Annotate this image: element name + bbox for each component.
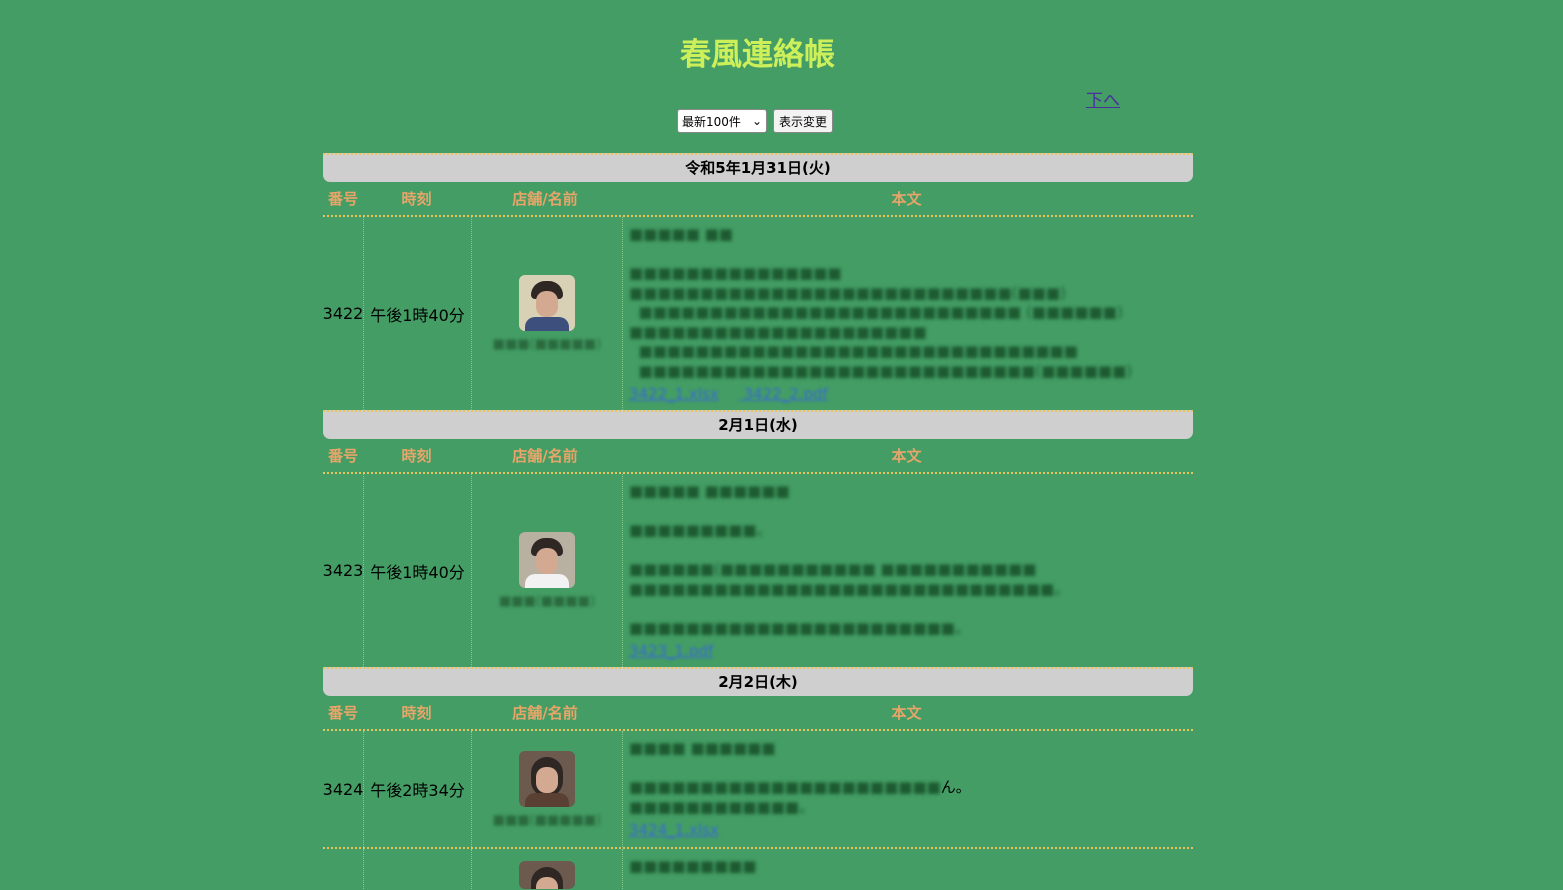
body-line: ■■■■■ ■■	[629, 225, 733, 243]
attachment-links: 3423_1.pdf	[629, 642, 1187, 662]
body-line: ■■■■■■■■■■■■■■■	[629, 264, 842, 282]
date-header: 2月1日(水)	[323, 410, 1193, 439]
body-line: ■■■■■■■■■■■■■■■■■■■■■■■。	[629, 618, 970, 637]
message-entry: 3423 午後1時40分 ■■■(■■■■) ■■■■■ ■■■■■■ ■■■■…	[323, 474, 1193, 667]
store-name: ■■■(■■■■■)	[492, 812, 602, 828]
body-line: ■■■■■■■■■■■■■■■■■■■■■■■■■■■■■■■	[629, 342, 1078, 360]
column-body: 本文	[891, 190, 922, 208]
body-line: ■■■■■■■■■■■■■■■■■■■■■■■■■■■ (■■■■■■)	[629, 303, 1123, 321]
store-name: ■■■(■■■■)	[498, 594, 596, 609]
poster-cell	[472, 849, 623, 889]
body-line: ■■■■■■■■■■■■■■■■■■■■■■■■■■■■■■。	[629, 579, 1070, 598]
avatar	[519, 275, 575, 331]
poster-cell: ■■■(■■■■■)	[472, 731, 623, 847]
column-time: 時刻	[401, 704, 432, 722]
change-display-button[interactable]: 表示変更	[773, 109, 834, 133]
message-time: 午後1時40分	[364, 217, 472, 410]
attachment-link[interactable]: 3422_2.pdf	[744, 385, 828, 403]
message-entry: ■■■■■■■■■	[323, 849, 1193, 889]
message-body: ■■■■■ ■■ ■■■■■■■■■■■■■■■ ■■■■■■■■■■■■■■■…	[623, 217, 1193, 410]
column-store: 店舗/名前	[512, 447, 578, 465]
display-count-value: 最新100件	[682, 114, 741, 129]
store-name: ■■■(■■■■■)	[492, 337, 602, 352]
message-body: ■■■■ ■■■■■■ ■■■■■■■■■■■■■■■■■■■■■■ ん。 ■■…	[623, 731, 1193, 847]
body-line-tail: ん。	[940, 778, 971, 796]
body-line: ■■■■■ ■■■■■■	[629, 482, 790, 500]
body-line: ■■■■■■■■■■■■。	[629, 797, 815, 816]
column-header-row: 番号 時刻 店舗/名前 本文	[323, 182, 1193, 217]
body-line: ■■■■■■■■■。	[629, 521, 772, 539]
column-number: 番号	[327, 704, 358, 722]
message-time: 午後1時40分	[364, 474, 472, 667]
body-line: ■■■■■■(■■■■■■■■■■■ ■■■■■■■■■■■	[629, 560, 1037, 578]
message-time	[364, 849, 472, 889]
body-line: ■■■■ ■■■■■■	[629, 739, 776, 757]
body-line: ■■■■■■■■■■■■■■■■■■■■■■	[629, 778, 941, 796]
column-store: 店舗/名前	[512, 190, 578, 208]
attachment-link[interactable]: 3422_1.xlsx	[629, 385, 719, 403]
column-time: 時刻	[401, 190, 432, 208]
message-number: 3422	[323, 217, 364, 410]
column-header-row: 番号 時刻 店舗/名前 本文	[323, 696, 1193, 731]
message-body: ■■■■■ ■■■■■■ ■■■■■■■■■。 ■■■■■■(■■■■■■■■■…	[623, 474, 1193, 667]
message-body: ■■■■■■■■■	[623, 849, 1193, 889]
body-line: ■■■■■■■■■■■■■■■■■■■■■■■■■■■(■■■)	[629, 283, 1066, 302]
to-bottom-link[interactable]: 下へ	[1086, 86, 1120, 111]
date-header: 令和5年1月31日(火)	[323, 153, 1193, 182]
page-title: 春風連絡帳	[680, 37, 835, 73]
date-header: 2月2日(木)	[323, 667, 1193, 696]
column-number: 番号	[327, 447, 358, 465]
chevron-down-icon: ⌄	[751, 114, 762, 128]
message-entry: 3424 午後2時34分 ■■■(■■■■■) ■■■■ ■■■■■■ ■■■■…	[323, 731, 1193, 849]
column-time: 時刻	[401, 447, 432, 465]
body-line: ■■■■■■■■■	[629, 857, 757, 875]
message-time: 午後2時34分	[364, 731, 472, 847]
attachment-links: 3424_1.xlsx	[629, 821, 1187, 841]
body-line: ■■■■■■■■■■■■■■■■■■■■■	[629, 322, 927, 341]
attachment-links: 3422_1.xlsx 3422_2.pdf	[629, 385, 1187, 405]
message-entry: 3422 午後1時40分 ■■■(■■■■■) ■■■■■ ■■ ■■■■■■■…	[323, 217, 1193, 410]
avatar	[519, 532, 575, 588]
column-body: 本文	[891, 447, 922, 465]
message-number: 3423	[323, 474, 364, 667]
attachment-link[interactable]: 3423_1.pdf	[629, 642, 713, 660]
avatar	[519, 861, 575, 889]
message-board: 令和5年1月31日(火) 番号 時刻 店舗/名前 本文 3422 午後1時40分…	[323, 153, 1193, 889]
column-number: 番号	[327, 190, 358, 208]
avatar	[519, 750, 575, 807]
display-count-select[interactable]: 最新100件 ⌄	[677, 109, 767, 133]
poster-cell: ■■■(■■■■■)	[472, 217, 623, 410]
body-line: ■■■■■■■■■■■■■■■■■■■■■■■■■■■■(■■■■■■)	[629, 361, 1133, 380]
attachment-link[interactable]: 3424_1.xlsx	[629, 821, 719, 839]
display-controls: 最新100件 ⌄ 表示変更	[677, 109, 834, 133]
column-header-row: 番号 時刻 店舗/名前 本文	[323, 439, 1193, 474]
column-body: 本文	[891, 704, 922, 722]
message-number	[323, 849, 364, 889]
column-store: 店舗/名前	[512, 704, 578, 722]
poster-cell: ■■■(■■■■)	[472, 474, 623, 667]
message-number: 3424	[323, 731, 364, 847]
